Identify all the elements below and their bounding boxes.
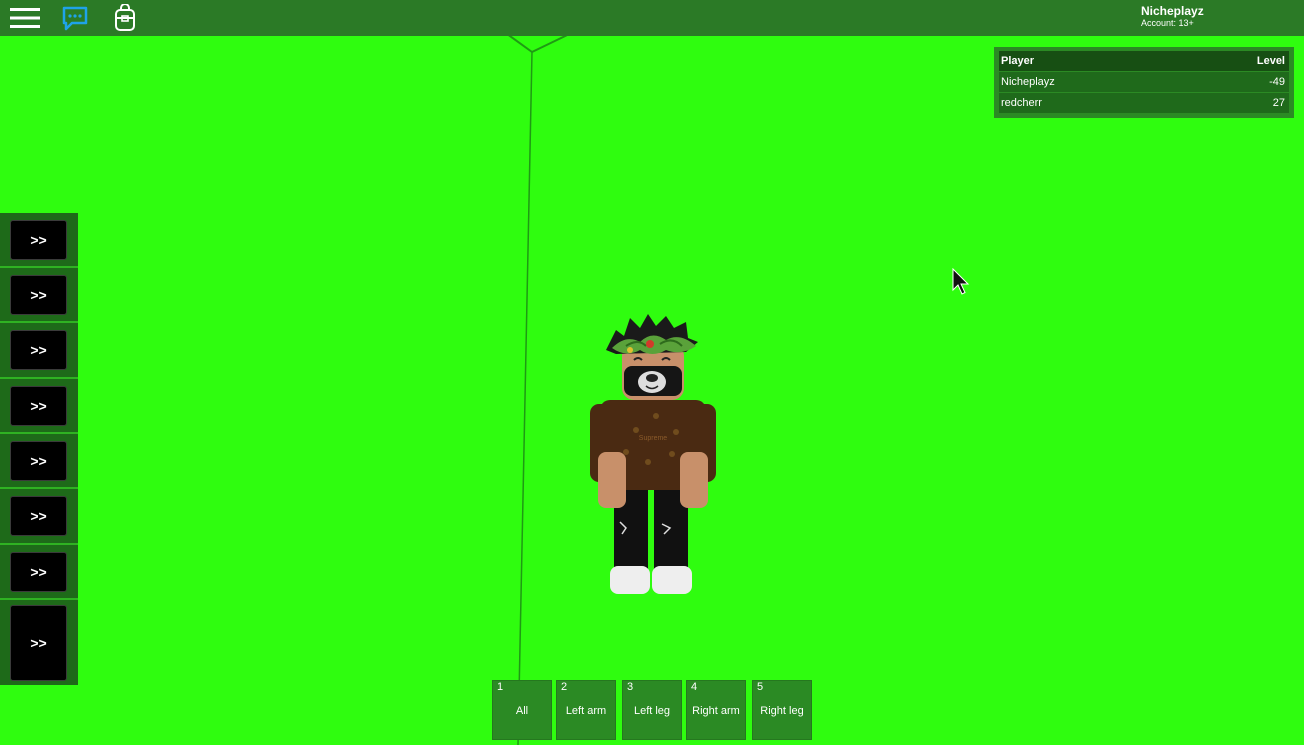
- hotbar-slot-left-leg[interactable]: 3 Left leg: [622, 680, 682, 740]
- player-level: 27: [1272, 97, 1285, 109]
- avatar-left-hand: [598, 452, 626, 508]
- account-age: Account: 13+: [1141, 18, 1194, 28]
- mouse-cursor-icon: [952, 268, 970, 295]
- expand-button[interactable]: >>: [10, 275, 67, 315]
- menu-button[interactable]: [10, 3, 40, 33]
- hotbar-slot-right-arm[interactable]: 4 Right arm: [686, 680, 746, 740]
- leaderboard-row[interactable]: Nicheplayz -49: [999, 72, 1289, 92]
- expand-button[interactable]: >>: [10, 386, 67, 426]
- backpack-icon: [115, 4, 135, 31]
- expand-button[interactable]: >>: [10, 552, 67, 592]
- chat-icon: [62, 6, 88, 31]
- player-avatar[interactable]: Supreme: [586, 312, 720, 598]
- expand-button[interactable]: >>: [10, 441, 67, 481]
- account-name: Nicheplayz: [1141, 4, 1204, 18]
- slot-number: 4: [691, 681, 698, 693]
- expand-button[interactable]: >>: [10, 605, 67, 681]
- slot-label: Right arm: [692, 705, 740, 717]
- scene-edge-line: [517, 51, 533, 745]
- side-cell: >>: [0, 545, 78, 600]
- col-level: Level: [1256, 55, 1285, 67]
- player-name: redcherr: [1001, 97, 1042, 109]
- menu-icon: [10, 8, 40, 28]
- hotbar-slot-left-arm[interactable]: 2 Left arm: [556, 680, 616, 740]
- leaderboard: Player Level Nicheplayz -49 redcherr 27: [994, 47, 1294, 118]
- slot-number: 3: [627, 681, 634, 693]
- slot-number: 5: [757, 681, 764, 693]
- avatar-left-shoe: [610, 566, 650, 594]
- top-bar: Nicheplayz Account: 13+: [0, 0, 1304, 36]
- expand-button[interactable]: >>: [10, 496, 67, 536]
- avatar-right-hand: [680, 452, 708, 508]
- account-info: Nicheplayz Account: 13+: [1141, 5, 1204, 28]
- chat-button[interactable]: [60, 3, 90, 33]
- slot-number: 1: [497, 681, 504, 693]
- slot-label: Right leg: [760, 705, 804, 717]
- slot-label: All: [515, 705, 529, 717]
- leaderboard-header: Player Level: [999, 51, 1289, 71]
- side-cell: >>: [0, 323, 78, 379]
- player-name: Nicheplayz: [1001, 76, 1055, 88]
- side-cell: >>: [0, 600, 78, 685]
- side-cell: >>: [0, 268, 78, 323]
- expand-button[interactable]: >>: [10, 220, 67, 260]
- hotbar-slot-all[interactable]: 1 All: [492, 680, 552, 740]
- col-player: Player: [1001, 55, 1035, 67]
- avatar-right-shoe: [652, 566, 692, 594]
- side-cell: >>: [0, 379, 78, 434]
- slot-number: 2: [561, 681, 568, 693]
- player-level: -49: [1269, 76, 1285, 88]
- side-cell: >>: [0, 489, 78, 545]
- leaderboard-row[interactable]: redcherr 27: [999, 93, 1289, 113]
- side-panel: >> >> >> >> >> >> >> >>: [0, 213, 78, 685]
- shirt-text: Supreme: [639, 435, 668, 442]
- slot-label: Left arm: [565, 705, 607, 717]
- side-cell: >>: [0, 434, 78, 489]
- side-cell: >>: [0, 213, 78, 268]
- hotbar-slot-right-leg[interactable]: 5 Right leg: [752, 680, 812, 740]
- backpack-button[interactable]: [110, 3, 140, 33]
- expand-button[interactable]: >>: [10, 330, 67, 370]
- slot-label: Left leg: [633, 705, 671, 717]
